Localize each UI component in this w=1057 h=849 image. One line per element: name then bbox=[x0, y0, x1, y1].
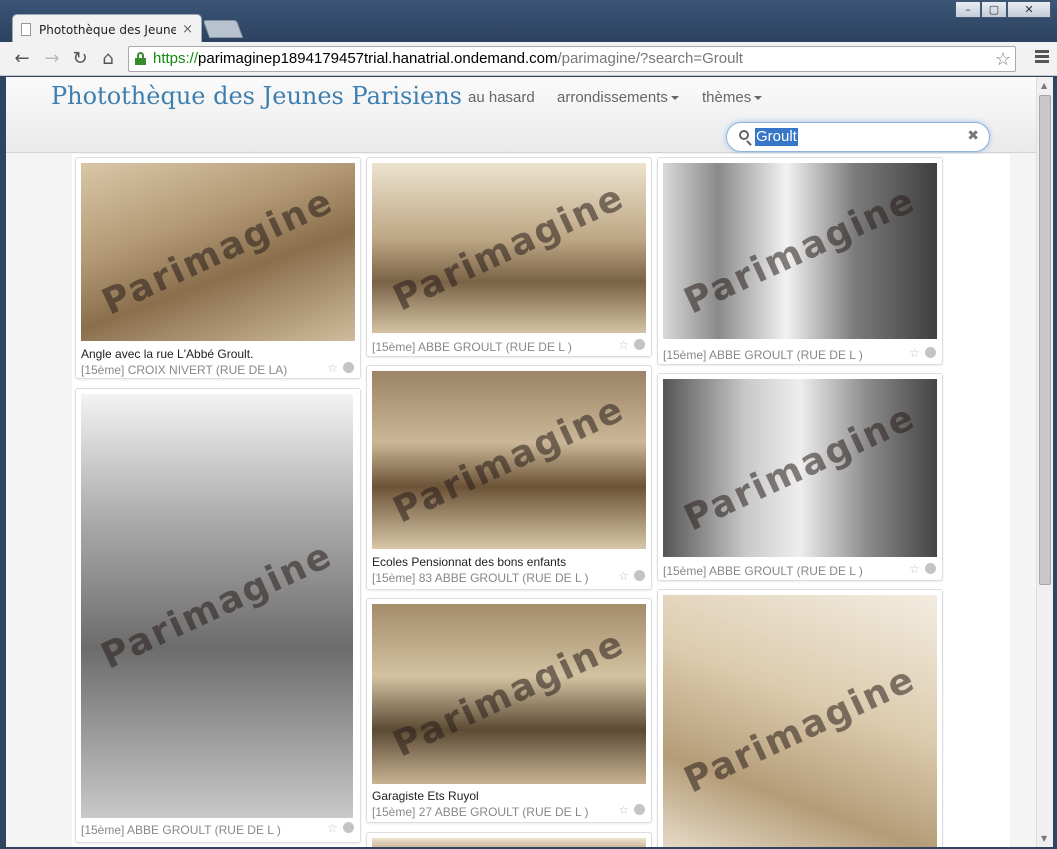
globe-icon[interactable] bbox=[925, 563, 936, 574]
card-caption: Angle avec la rue L'Abbé Groult. bbox=[81, 347, 254, 361]
search-value[interactable]: Groult bbox=[755, 128, 798, 146]
new-tab-button[interactable] bbox=[202, 20, 244, 38]
card-actions: ☆ bbox=[327, 821, 354, 835]
card-caption: Garagiste Ets Ruyol bbox=[372, 789, 479, 803]
title-bar: Photothèque des Jeunes P × – ▢ ✕ bbox=[0, 0, 1057, 44]
caret-down-icon bbox=[754, 96, 763, 101]
search-input[interactable]: Groult ✖ bbox=[726, 122, 990, 152]
watermark: Parimagine bbox=[96, 180, 340, 324]
url-scheme: https:// bbox=[153, 50, 199, 67]
result-photo[interactable] bbox=[372, 838, 646, 847]
home-icon[interactable]: ⌂ bbox=[96, 47, 120, 71]
globe-icon[interactable] bbox=[343, 822, 354, 833]
result-photo[interactable]: Parimagine bbox=[81, 163, 355, 341]
result-photo[interactable]: Parimagine bbox=[372, 163, 646, 333]
scroll-thumb[interactable] bbox=[1039, 95, 1051, 585]
nav-label: thèmes bbox=[702, 89, 752, 106]
address-bar[interactable]: https://parimaginep1894179457trial.hanat… bbox=[128, 46, 1016, 72]
scroll-up-icon[interactable]: ▲ bbox=[1041, 81, 1047, 90]
result-card[interactable]: Parimagine Ecoles Pensionnat des bons en… bbox=[366, 365, 652, 590]
search-icon bbox=[739, 130, 749, 140]
lock-icon bbox=[135, 52, 146, 65]
star-icon[interactable]: ☆ bbox=[327, 821, 338, 835]
card-location[interactable]: [15ème] ABBE GROULT (RUE DE L ) bbox=[663, 564, 863, 578]
tab-title: Photothèque des Jeunes P bbox=[39, 22, 177, 37]
nav-arrondissements[interactable]: arrondissements bbox=[557, 89, 679, 106]
card-location[interactable]: [15ème] 27 ABBE GROULT (RUE DE L ) bbox=[372, 805, 589, 819]
result-card[interactable]: Parimagine [15ème] ABBE GROULT (RUE DE L… bbox=[657, 157, 943, 365]
card-actions: ☆ bbox=[618, 569, 645, 583]
forward-arrow-icon[interactable]: → bbox=[40, 47, 64, 71]
maximize-button[interactable]: ▢ bbox=[981, 1, 1007, 18]
result-card[interactable] bbox=[366, 832, 652, 847]
card-actions: ☆ bbox=[909, 562, 936, 576]
result-card[interactable]: Parimagine bbox=[657, 589, 943, 847]
watermark: Parimagine bbox=[387, 176, 631, 320]
browser-toolbar: ← → ↻ ⌂ https://parimaginep1894179457tri… bbox=[0, 42, 1057, 76]
watermark: Parimagine bbox=[387, 388, 631, 532]
results-grid: Parimagine Angle avec la rue L'Abbé Grou… bbox=[72, 154, 1010, 847]
clear-search-icon[interactable]: ✖ bbox=[967, 128, 979, 144]
site-header: Photothèque des Jeunes Parisiens au hasa… bbox=[6, 77, 1036, 153]
url-path: /parimagine/?search=Groult bbox=[557, 50, 743, 67]
globe-icon[interactable] bbox=[634, 804, 645, 815]
result-card[interactable]: Parimagine Garagiste Ets Ruyol [15ème] 2… bbox=[366, 598, 652, 823]
minimize-button[interactable]: – bbox=[955, 1, 981, 18]
watermark: Parimagine bbox=[678, 658, 922, 802]
card-actions: ☆ bbox=[909, 346, 936, 360]
browser-tab[interactable]: Photothèque des Jeunes P × bbox=[12, 14, 202, 44]
page-viewport: Photothèque des Jeunes Parisiens au hasa… bbox=[6, 77, 1036, 847]
back-arrow-icon[interactable]: ← bbox=[10, 47, 34, 71]
scroll-down-icon[interactable]: ▼ bbox=[1041, 834, 1047, 843]
card-actions: ☆ bbox=[618, 338, 645, 352]
card-location[interactable]: [15ème] ABBE GROULT (RUE DE L ) bbox=[372, 340, 572, 354]
window-controls: – ▢ ✕ bbox=[955, 1, 1051, 18]
vertical-scrollbar[interactable]: ▲ ▼ bbox=[1036, 77, 1053, 847]
result-photo[interactable]: Parimagine bbox=[663, 595, 937, 847]
nav-au-hasard[interactable]: au hasard bbox=[468, 89, 535, 106]
watermark: Parimagine bbox=[387, 622, 631, 766]
star-icon[interactable]: ☆ bbox=[618, 338, 629, 352]
star-icon[interactable]: ☆ bbox=[327, 361, 338, 375]
site-brand[interactable]: Photothèque des Jeunes Parisiens bbox=[51, 82, 462, 110]
watermark: Parimagine bbox=[95, 534, 339, 678]
result-card[interactable]: Parimagine [15ème] ABBE GROULT (RUE DE L… bbox=[657, 373, 943, 581]
result-photo[interactable]: Parimagine bbox=[663, 379, 937, 557]
star-icon[interactable]: ☆ bbox=[618, 569, 629, 583]
globe-icon[interactable] bbox=[634, 570, 645, 581]
result-photo[interactable]: Parimagine bbox=[81, 394, 353, 818]
result-card[interactable]: Parimagine [15ème] ABBE GROULT (RUE DE L… bbox=[366, 157, 652, 357]
globe-icon[interactable] bbox=[634, 339, 645, 350]
watermark: Parimagine bbox=[678, 396, 922, 540]
result-photo[interactable]: Parimagine bbox=[372, 604, 646, 784]
nav-label: au hasard bbox=[468, 89, 535, 106]
star-icon[interactable]: ☆ bbox=[909, 346, 920, 360]
close-window-button[interactable]: ✕ bbox=[1007, 1, 1051, 18]
nav-label: arrondissements bbox=[557, 89, 668, 106]
card-actions: ☆ bbox=[618, 803, 645, 817]
result-card[interactable]: Parimagine [15ème] ABBE GROULT (RUE DE L… bbox=[75, 388, 361, 843]
result-photo[interactable]: Parimagine bbox=[663, 163, 937, 339]
caret-down-icon bbox=[670, 96, 679, 101]
star-icon[interactable]: ☆ bbox=[909, 562, 920, 576]
card-actions: ☆ bbox=[327, 361, 354, 375]
tab-close-icon[interactable]: × bbox=[182, 22, 193, 37]
result-card[interactable]: Parimagine Angle avec la rue L'Abbé Grou… bbox=[75, 157, 361, 379]
result-photo[interactable]: Parimagine bbox=[372, 371, 646, 549]
card-caption: Ecoles Pensionnat des bons enfants bbox=[372, 555, 567, 569]
bookmark-star-icon[interactable]: ☆ bbox=[995, 47, 1011, 71]
globe-icon[interactable] bbox=[343, 362, 354, 373]
nav-themes[interactable]: thèmes bbox=[702, 89, 763, 106]
document-icon bbox=[21, 23, 31, 36]
watermark: Parimagine bbox=[678, 179, 922, 323]
globe-icon[interactable] bbox=[925, 347, 936, 358]
star-icon[interactable]: ☆ bbox=[618, 803, 629, 817]
reload-icon[interactable]: ↻ bbox=[68, 47, 92, 71]
card-location[interactable]: [15ème] CROIX NIVERT (RUE DE LA) bbox=[81, 363, 287, 377]
card-location[interactable]: [15ème] ABBE GROULT (RUE DE L ) bbox=[81, 823, 281, 837]
url-host: parimaginep1894179457trial.hanatrial.ond… bbox=[198, 50, 558, 67]
card-location[interactable]: [15ème] ABBE GROULT (RUE DE L ) bbox=[663, 348, 863, 362]
menu-icon[interactable] bbox=[1035, 50, 1049, 65]
card-location[interactable]: [15ème] 83 ABBE GROULT (RUE DE L ) bbox=[372, 571, 589, 585]
